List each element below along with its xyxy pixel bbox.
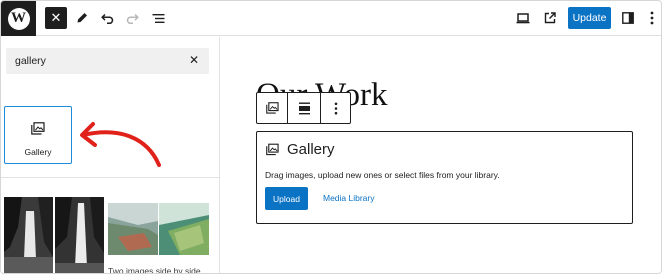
gallery-icon [266, 143, 279, 156]
redo-button[interactable] [121, 7, 143, 29]
undo-button[interactable] [96, 7, 118, 29]
pattern-preview-landscape[interactable] [108, 203, 209, 255]
align-button[interactable] [288, 93, 320, 123]
wordpress-logo-mark: W [7, 7, 30, 30]
tools-button[interactable] [71, 7, 93, 29]
search-query[interactable]: gallery [15, 55, 46, 67]
gallery-icon [265, 102, 279, 114]
undo-icon [100, 13, 113, 24]
panel-divider [1, 177, 220, 178]
editor-canvas: Our Work [221, 37, 661, 273]
update-button[interactable]: Update [568, 7, 611, 29]
pattern-caption: Two images side by side [108, 266, 201, 274]
wordpress-logo[interactable]: W [1, 1, 36, 36]
clear-search-button[interactable]: ✕ [185, 51, 203, 69]
gallery-block-instructions: Drag images, upload new ones or select f… [265, 170, 500, 180]
waterfall-image [4, 197, 104, 273]
block-result-gallery[interactable]: Gallery [4, 106, 72, 164]
settings-button[interactable] [617, 7, 639, 29]
list-view-button[interactable] [147, 7, 169, 29]
external-link-icon [544, 12, 556, 24]
close-inserter-button[interactable]: ✕ [45, 7, 67, 29]
annotation-arrow [80, 122, 161, 167]
pattern-preview-waterfalls[interactable] [4, 197, 104, 273]
media-library-button[interactable]: Media Library [323, 193, 375, 203]
view-post-button[interactable] [539, 7, 561, 29]
close-icon: ✕ [188, 53, 200, 67]
sidebar-icon [622, 12, 634, 24]
upload-button[interactable]: Upload [265, 187, 308, 210]
block-options-button[interactable] [321, 93, 350, 123]
gallery-block-placeholder: Gallery Drag images, upload new ones or … [256, 131, 633, 224]
landscape-image [108, 203, 209, 255]
block-inserter-panel: gallery ✕ Gallery Two images side by sid… [1, 37, 220, 274]
block-type-button[interactable] [257, 93, 287, 123]
block-search-input[interactable]: gallery ✕ [6, 48, 209, 74]
gallery-icon [31, 122, 45, 135]
options-button[interactable] [641, 7, 661, 29]
preview-button[interactable] [512, 7, 534, 29]
list-view-icon [152, 13, 164, 23]
more-vertical-icon [334, 102, 337, 114]
desktop-icon [516, 12, 530, 23]
pencil-icon [77, 13, 87, 23]
align-icon [298, 102, 310, 114]
close-icon: ✕ [50, 10, 62, 25]
block-toolbar [256, 92, 351, 124]
block-result-label: Gallery [24, 147, 52, 157]
more-vertical-icon [650, 11, 654, 25]
gallery-block-title: Gallery [287, 141, 335, 158]
top-toolbar: W ✕ Update [1, 1, 661, 36]
editor-window: W ✕ Update gallery ✕ Gallery Two images … [0, 0, 662, 274]
redo-icon [126, 13, 139, 24]
